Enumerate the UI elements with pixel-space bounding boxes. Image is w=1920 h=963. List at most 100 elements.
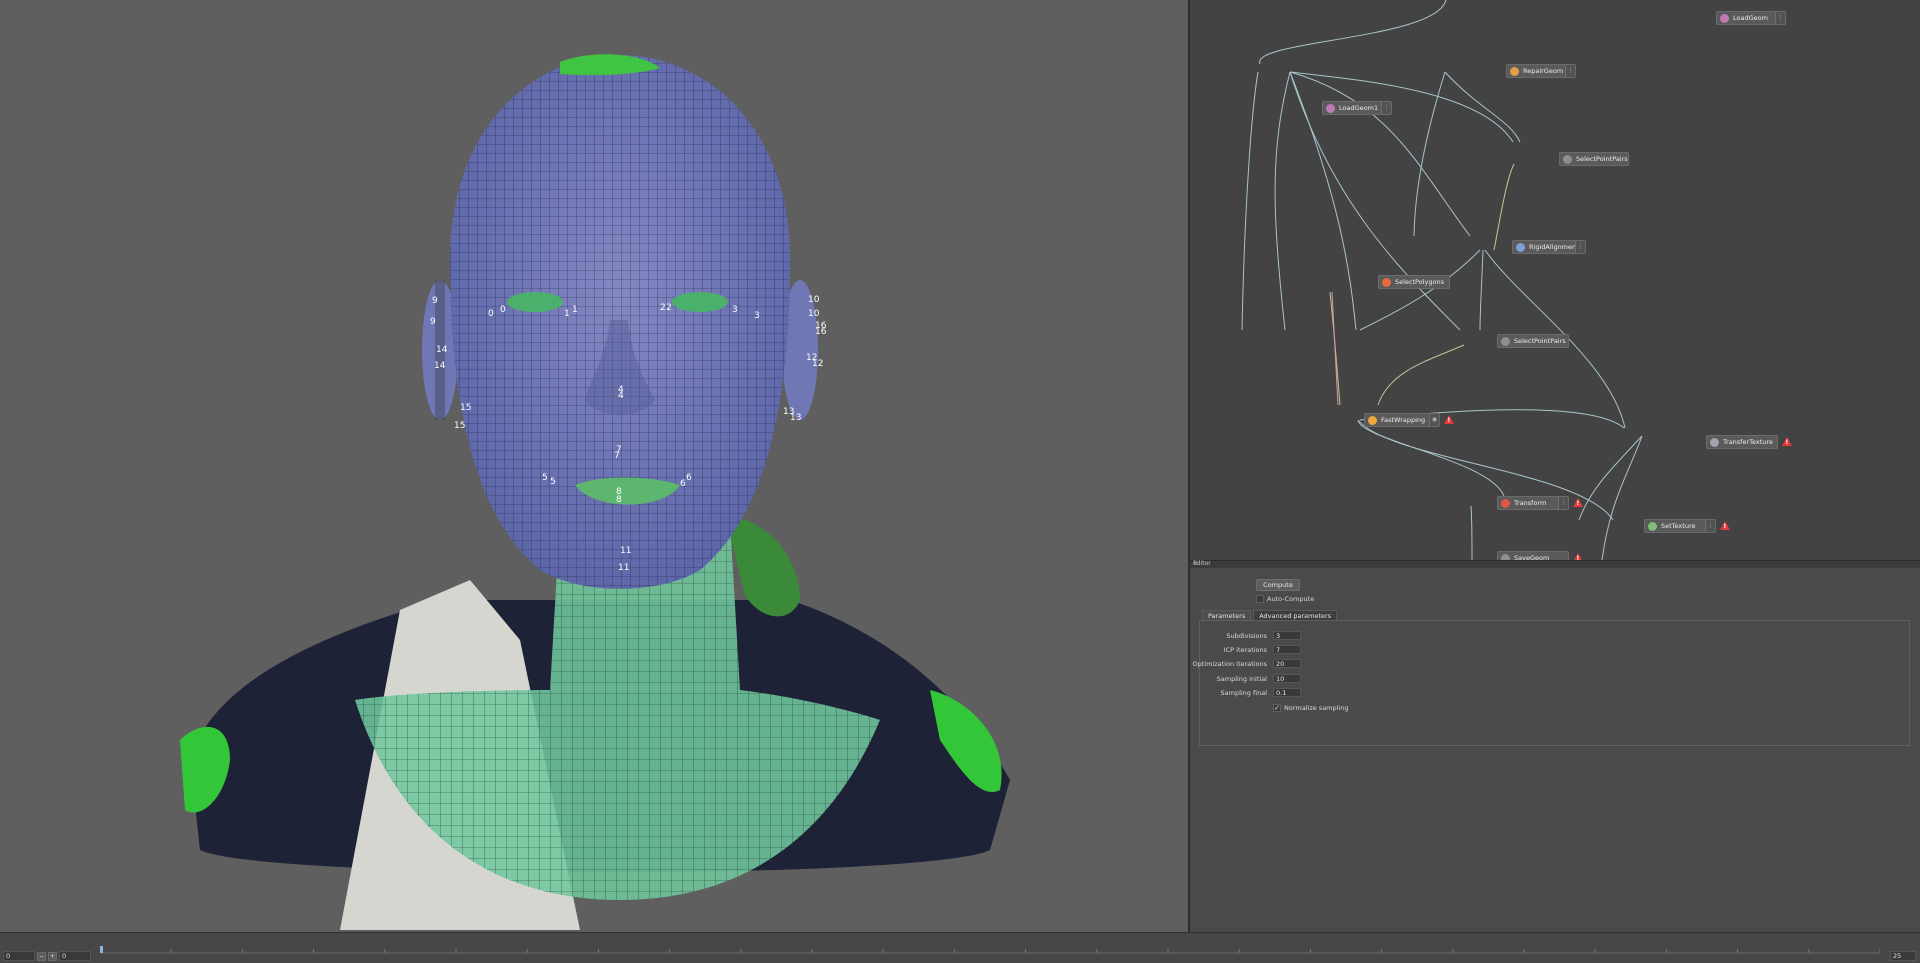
param-row: Subdivisions 3 [1200,631,1400,641]
warning-icon [1573,498,1583,507]
geometry-icon [1720,13,1729,23]
svg-text:16: 16 [815,327,827,337]
svg-text:15: 15 [460,403,471,413]
svg-text:3: 3 [732,305,738,315]
texture-icon [1648,521,1657,531]
tab-parameters[interactable]: Parameters [1202,610,1252,620]
geometry-icon [1326,103,1335,113]
timeline-controls: 0 − + 0 [3,951,91,961]
end-frame-input[interactable]: 25 [1890,951,1916,961]
svg-text:6: 6 [686,473,692,483]
svg-text:9: 9 [432,296,438,306]
node-load-geom-1[interactable]: LoadGeom1 ⋮ [1322,101,1392,115]
node-wires [1241,0,1643,560]
start-frame-input[interactable]: 0 [3,951,35,961]
svg-text:5: 5 [550,477,556,487]
svg-text:12: 12 [812,359,823,369]
editor-title-bar: Editor ✕ [1190,560,1920,568]
node-menu-button[interactable]: ⋮ [1705,520,1715,532]
editor-tabs: Parameters Advanced parameters [1202,610,1339,620]
svg-text:11: 11 [620,546,631,556]
alignment-icon [1516,242,1525,252]
wrap-app-window: 0 0 1 1 2 2 3 3 4 4 5 5 6 6 7 7 8 8 9 9 [0,0,1920,963]
close-icon[interactable]: ✕ [1193,560,1916,567]
node-select-point-pairs-1[interactable]: SelectPointPairs1 [1559,152,1629,166]
node-menu-button[interactable]: ⋮ [1575,241,1585,253]
svg-text:15: 15 [454,421,465,431]
node-rigid-alignment[interactable]: RigidAlignment ⋮ [1512,240,1586,254]
svg-text:13: 13 [790,413,801,423]
warning-icon [1720,521,1730,530]
checkbox-box[interactable] [1256,595,1264,603]
svg-text:10: 10 [808,295,820,305]
svg-text:3: 3 [754,311,760,321]
compute-button[interactable]: Compute [1256,579,1300,591]
svg-text:9: 9 [430,317,436,327]
svg-text:4: 4 [618,391,624,401]
param-row: ICP iterations 7 [1200,645,1400,655]
point-pairs-icon [1501,336,1510,346]
svg-text:2: 2 [660,303,666,313]
param-row: Optimization iterations 20 [1193,659,1400,669]
svg-text:7: 7 [614,451,620,461]
current-frame-input[interactable]: 0 [59,951,91,961]
increment-button[interactable]: + [48,951,57,961]
svg-text:0: 0 [488,309,494,319]
svg-text:6: 6 [680,479,686,489]
svg-text:14: 14 [436,345,448,355]
viewport-3d[interactable]: 0 0 1 1 2 2 3 3 4 4 5 5 6 6 7 7 8 8 9 9 [0,0,1188,932]
normalize-sampling-checkbox[interactable]: ✓ Normalize sampling [1273,704,1349,712]
node-menu-button[interactable]: ⋮ [1565,65,1575,77]
svg-text:8: 8 [616,495,622,505]
node-load-geom[interactable]: LoadGeom ⋮ [1716,11,1786,25]
eye-hole-right [672,292,728,312]
editor-panel: Compute Auto-Compute Parameters Advanced… [1190,568,1920,932]
node-select-polygons[interactable]: SelectPolygons [1378,275,1450,289]
warning-icon [1782,437,1792,446]
node-select-point-pairs[interactable]: SelectPointPairs [1497,334,1569,348]
svg-text:1: 1 [564,309,570,319]
playhead[interactable] [100,946,103,953]
node-menu-button[interactable]: ⋮ [1381,102,1391,114]
svg-text:5: 5 [542,473,548,483]
node-graph[interactable]: LoadGeom ⋮ RepairGeom ⋮ LoadGeom1 ⋮ Sele… [1190,0,1920,560]
node-menu-button[interactable]: ⋮ [1558,497,1568,509]
polygons-icon [1382,277,1391,287]
parameters-group: Subdivisions 3 ICP iterations 7 Optimiza… [1193,620,1910,746]
auto-compute-checkbox[interactable]: Auto-Compute [1256,595,1314,603]
tab-advanced-parameters[interactable]: Advanced parameters [1253,610,1338,620]
texture-icon [1710,437,1719,447]
subdivisions-input[interactable]: 3 [1273,631,1301,640]
node-set-texture[interactable]: SetTexture ⋮ [1644,519,1716,533]
warning-icon [1444,415,1454,424]
wrench-icon [1510,66,1519,76]
node-transfer-texture[interactable]: TransferTexture [1706,435,1778,449]
decrement-button[interactable]: − [37,951,46,961]
viewport-scene[interactable]: 0 0 1 1 2 2 3 3 4 4 5 5 6 6 7 7 8 8 9 9 [0,0,1188,932]
param-row: Sampling final 0.1 [1200,688,1400,698]
svg-text:10: 10 [808,309,820,319]
svg-text:2: 2 [666,303,672,313]
checkbox-box[interactable]: ✓ [1273,704,1281,712]
node-visibility-button[interactable]: ◉ [1429,414,1439,426]
svg-text:11: 11 [618,563,629,573]
timeline: 0 − + 0 25 [0,932,1920,963]
svg-text:14: 14 [434,361,446,371]
sampling-initial-input[interactable]: 10 [1273,674,1301,683]
svg-text:1: 1 [572,305,578,315]
svg-text:0: 0 [500,305,506,315]
transform-icon [1501,498,1510,508]
sampling-final-input[interactable]: 0.1 [1273,688,1301,697]
icp-iterations-input[interactable]: 7 [1273,645,1301,654]
warning-icon [1573,553,1583,560]
node-save-geom[interactable]: SaveGeom [1497,551,1569,560]
node-repair-geom[interactable]: RepairGeom ⋮ [1506,64,1576,78]
optimization-iterations-input[interactable]: 20 [1273,659,1301,668]
eye-hole-left [507,292,563,312]
node-fast-wrapping[interactable]: FastWrapping ◉ [1364,413,1440,427]
node-menu-button[interactable]: ⋮ [1775,12,1785,24]
point-pairs-icon [1563,154,1572,164]
timeline-ruler[interactable] [100,946,1880,954]
wrap-icon [1368,415,1377,425]
node-transform[interactable]: Transform ⋮ [1497,496,1569,510]
